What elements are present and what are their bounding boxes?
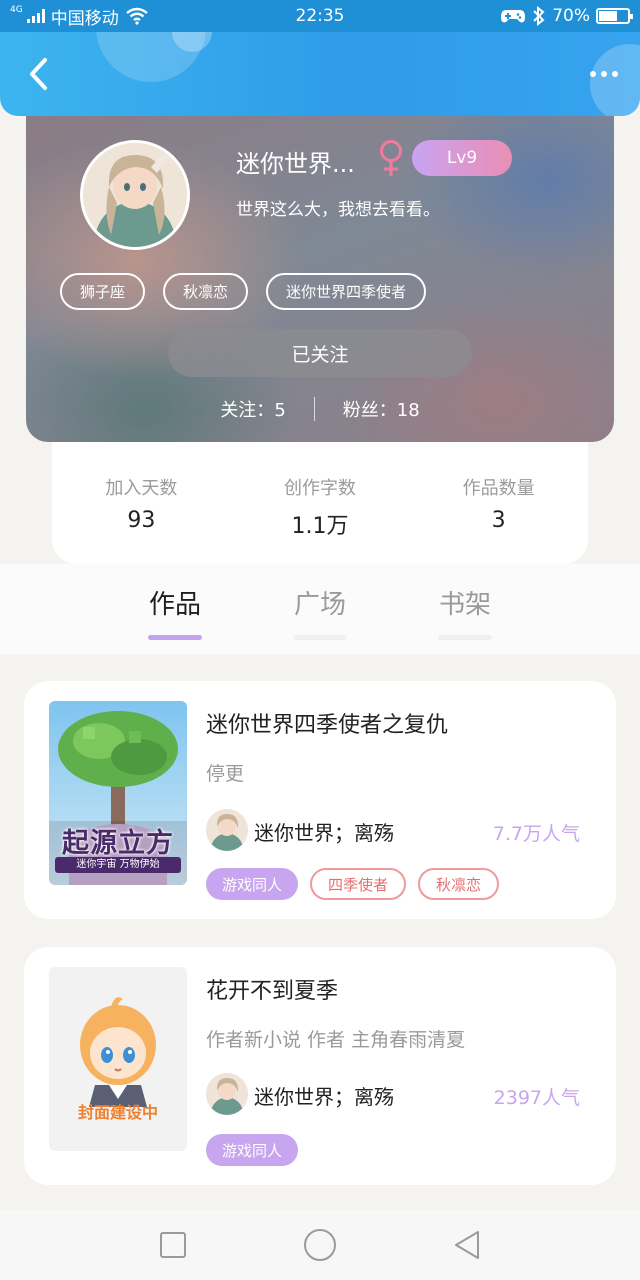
stat-value: 93 (127, 508, 156, 533)
stat-value: 1.1万 (291, 514, 349, 539)
carrier-name: 中国移动 (50, 8, 119, 29)
stats-divider (313, 397, 315, 421)
work-cover[interactable]: 起源立方 迷你宇宙 万物伊始 (49, 701, 187, 885)
anime-girl-avatar-icon (83, 143, 187, 247)
female-icon (380, 140, 402, 176)
stat-word-count: 创作字数 1.1万 (231, 474, 410, 564)
profile-tag[interactable]: 秋凛恋 (163, 273, 249, 310)
tab-bookshelf[interactable]: 书架 (410, 584, 520, 640)
status-bar: 4G 中国移动 22:35 70% (0, 0, 640, 32)
author-avatar[interactable] (206, 1073, 248, 1115)
chevron-left-icon (30, 58, 47, 90)
more-dots-icon (590, 71, 596, 77)
tab-bar: 作品 广场 书架 (0, 564, 640, 654)
following-stat[interactable]: 关注：5 (220, 396, 285, 422)
battery-icon (596, 8, 633, 24)
stat-value: 3 (491, 508, 506, 533)
stat-join-days: 加入天数 93 (52, 474, 231, 564)
status-left: 4G 中国移动 (10, 4, 149, 29)
signal-icon (26, 9, 45, 23)
placeholder-mascot-icon (49, 967, 187, 1151)
work-tag[interactable]: 游戏同人 (206, 868, 299, 900)
tab-square[interactable]: 广场 (265, 584, 375, 640)
wifi-icon (125, 7, 148, 25)
cover-title: 起源立方 (62, 828, 174, 859)
followers-stat[interactable]: 粉丝：18 (343, 396, 420, 422)
profile-tag[interactable]: 迷你世界四季使者 (266, 273, 427, 310)
work-tag[interactable]: 四季使者 (310, 868, 407, 900)
work-tags: 游戏同人 (206, 1134, 299, 1166)
stat-label: 创作字数 (284, 478, 356, 499)
cover-subtitle: 迷你宇宙 万物伊始 (55, 857, 181, 873)
work-tags: 游戏同人 四季使者 秋凛恋 (206, 868, 500, 900)
work-card[interactable]: 封面建设中 花开不到夏季 作者新小说 作者 主角春雨清夏 迷你世界；离殇 239… (24, 947, 616, 1185)
work-status: 作者新小说 作者 主角春雨清夏 (206, 1029, 466, 1051)
user-avatar[interactable] (80, 140, 190, 250)
header-bar (0, 32, 640, 116)
work-card[interactable]: 起源立方 迷你宇宙 万物伊始 迷你世界四季使者之复仇 停更 迷你世界；离殇 7.… (24, 681, 616, 919)
author-name[interactable]: 迷你世界；离殇 (254, 1081, 394, 1110)
following-label: 关注： (220, 400, 275, 421)
follow-stats: 关注：5 粉丝：18 (26, 396, 614, 422)
work-tag[interactable]: 游戏同人 (206, 1134, 299, 1166)
followers-count: 18 (396, 400, 420, 421)
work-title[interactable]: 迷你世界四季使者之复仇 (206, 707, 448, 739)
tab-indicator (293, 635, 347, 640)
tab-label: 广场 (293, 590, 346, 620)
author-avatar-icon (206, 809, 248, 851)
stat-works-count: 作品数量 3 (409, 474, 588, 564)
stat-label: 加入天数 (105, 478, 178, 499)
gamepad-icon (501, 10, 526, 23)
work-cover[interactable]: 封面建设中 (49, 967, 187, 1151)
profile-tag[interactable]: 狮子座 (60, 273, 146, 310)
followed-button[interactable]: 已关注 (168, 329, 472, 377)
square-icon (160, 1232, 187, 1258)
user-nickname: 迷你世界... (236, 150, 355, 178)
recent-apps-button[interactable] (148, 1220, 198, 1270)
tab-label: 书架 (438, 590, 491, 620)
tab-indicator (148, 635, 202, 640)
author-avatar[interactable] (206, 809, 248, 851)
user-signature: 世界这么大，我想去看看。 (236, 200, 440, 220)
home-button[interactable] (295, 1220, 345, 1270)
back-nav-button[interactable] (442, 1220, 492, 1270)
more-button[interactable] (582, 58, 626, 90)
system-nav-bar (0, 1210, 640, 1280)
popularity-count: 7.7万人气 (492, 823, 580, 845)
profile-card: 迷你世界... Lv9 世界这么大，我想去看看。 狮子座 秋凛恋 迷你世界四季使… (26, 100, 614, 442)
work-status: 停更 (206, 763, 245, 785)
popularity-count: 2397人气 (493, 1087, 580, 1109)
following-count: 5 (274, 400, 286, 421)
bluetooth-icon (533, 6, 545, 26)
battery-percent: 70% (552, 6, 590, 26)
network-type: 4G (10, 5, 23, 15)
followers-label: 粉丝： (342, 400, 397, 421)
circle-icon (303, 1229, 336, 1261)
back-triangle-icon (454, 1231, 479, 1259)
stat-label: 作品数量 (462, 478, 535, 499)
tab-works[interactable]: 作品 (120, 584, 230, 640)
tab-label: 作品 (148, 590, 201, 620)
author-name[interactable]: 迷你世界；离殇 (254, 817, 394, 846)
profile-tags: 狮子座 秋凛恋 迷你世界四季使者 (60, 273, 427, 310)
work-title[interactable]: 花开不到夏季 (206, 973, 338, 1005)
cover-placeholder-text: 封面建设中 (77, 1103, 158, 1122)
level-badge: Lv9 (412, 140, 512, 176)
work-tag[interactable]: 秋凛恋 (418, 868, 500, 900)
back-button[interactable] (18, 54, 58, 94)
author-avatar-icon (206, 1073, 248, 1115)
status-right: 70% (500, 6, 633, 26)
tab-indicator (438, 635, 492, 640)
